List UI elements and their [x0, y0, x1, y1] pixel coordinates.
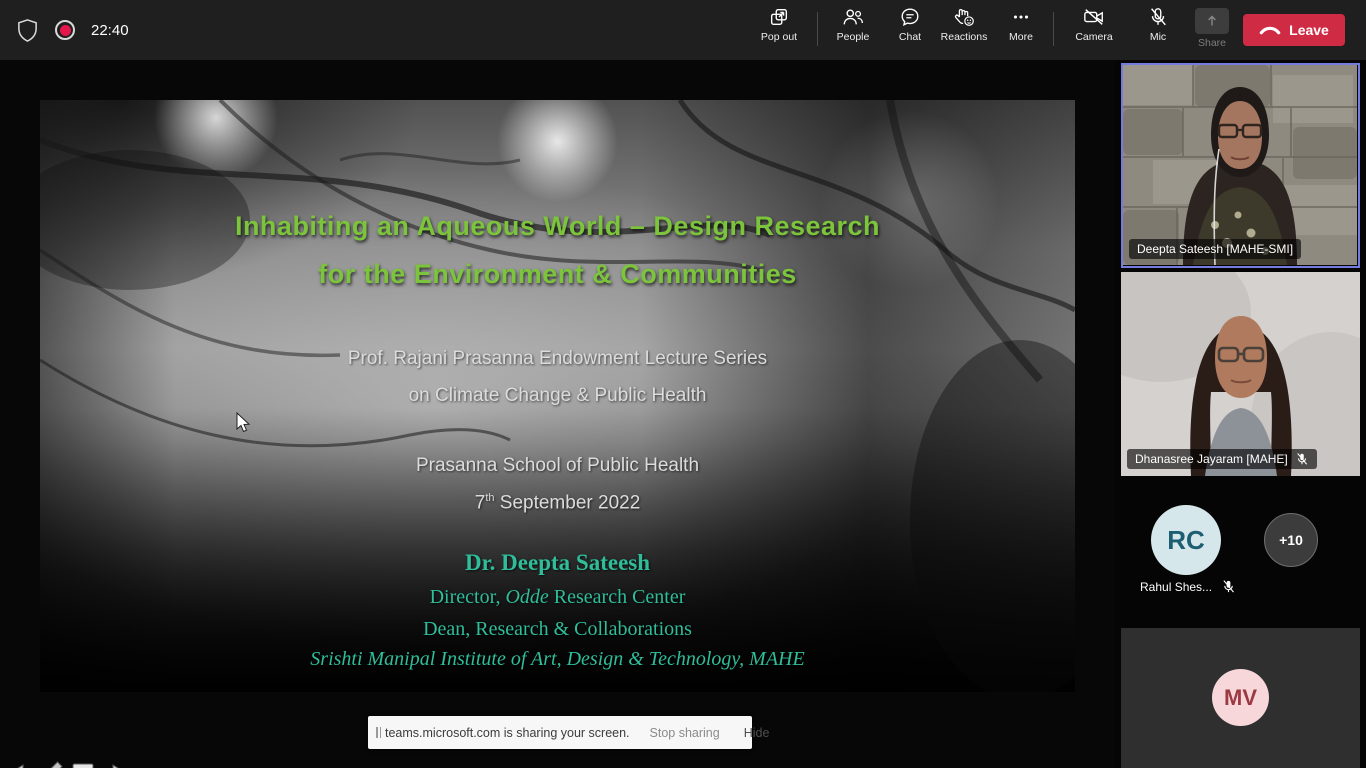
- next-slide-arrow-icon: [102, 760, 128, 768]
- screen-sharing-banner: teams.microsoft.com is sharing your scre…: [368, 716, 752, 749]
- shield-icon: [16, 18, 39, 43]
- toolbar-divider: [1053, 12, 1054, 46]
- mouse-cursor: [236, 412, 252, 434]
- slide-date: 7th September 2022: [40, 492, 1075, 514]
- teams-meeting-window: 22:40 Pop out People: [0, 0, 1366, 768]
- slide-affiliation: Srishti Manipal Institute of Art, Design…: [40, 648, 1075, 671]
- meeting-timer: 22:40: [91, 22, 129, 39]
- video-feed-dhanasree: [1121, 272, 1360, 476]
- people-icon: [841, 6, 865, 28]
- presentation-slide: Inhabiting an Aqueous World – Design Res…: [40, 100, 1075, 692]
- hide-banner-button[interactable]: Hide: [738, 725, 776, 741]
- slide-title-line1: Inhabiting an Aqueous World – Design Res…: [40, 211, 1075, 242]
- reactions-button[interactable]: Reactions: [932, 6, 996, 43]
- hang-up-icon: [1259, 24, 1281, 36]
- slide-notes-icon: [70, 760, 96, 768]
- slide-speaker-role2: Dean, Research & Collaborations: [40, 618, 1075, 641]
- participant-name-label: Rahul Shes...: [1140, 579, 1236, 594]
- sharing-message: teams.microsoft.com is sharing your scre…: [385, 726, 630, 740]
- slide-speaker-role1: Director, Odde Research Center: [40, 586, 1075, 609]
- toolbar-divider: [817, 12, 818, 46]
- share-button: Share: [1180, 8, 1244, 49]
- slideshow-nav-tools: [8, 760, 128, 768]
- more-icon: [1010, 6, 1032, 28]
- share-icon: [1195, 8, 1229, 34]
- slide-subtitle-line2: on Climate Change & Public Health: [40, 385, 1075, 407]
- participant-tile-mv[interactable]: MV: [1121, 628, 1360, 768]
- video-tile-deepta[interactable]: Deepta Sateesh [MAHE-SMI]: [1121, 63, 1360, 268]
- chat-icon: [899, 6, 921, 28]
- participant-avatar-rahul[interactable]: RC: [1151, 505, 1221, 575]
- participant-name-label: Deepta Sateesh [MAHE-SMI]: [1129, 239, 1301, 259]
- recording-indicator-icon: [55, 20, 75, 40]
- people-button[interactable]: People: [821, 6, 885, 43]
- video-tile-dhanasree[interactable]: Dhanasree Jayaram [MAHE]: [1121, 272, 1360, 476]
- camera-off-icon: [1082, 6, 1106, 28]
- slide-organization: Prasanna School of Public Health: [40, 455, 1075, 477]
- pen-tool-icon: [40, 760, 64, 768]
- pop-out-button[interactable]: Pop out: [747, 6, 811, 43]
- avatar-participants-zone: RC +10 Rahul Shes...: [1115, 476, 1366, 628]
- slide-subtitle-line1: Prof. Rajani Prasanna Endowment Lecture …: [40, 348, 1075, 370]
- meeting-top-bar: 22:40 Pop out People: [0, 0, 1366, 60]
- participant-avatar-mv: MV: [1212, 669, 1269, 726]
- stop-sharing-button[interactable]: Stop sharing: [644, 725, 726, 741]
- leave-button[interactable]: Leave: [1243, 14, 1345, 46]
- shared-screen-stage: Inhabiting an Aqueous World – Design Res…: [0, 60, 1115, 768]
- drag-handle-icon[interactable]: [376, 727, 381, 738]
- more-button[interactable]: More: [989, 6, 1053, 43]
- participant-name-label: Dhanasree Jayaram [MAHE]: [1127, 449, 1317, 469]
- mic-off-icon: [1295, 452, 1309, 466]
- pop-out-icon: [768, 6, 790, 28]
- status-group: 22:40: [16, 0, 129, 60]
- video-feed-deepta: [1123, 65, 1357, 265]
- previous-slide-arrow-icon: [8, 760, 34, 768]
- overflow-participants-badge[interactable]: +10: [1264, 513, 1318, 567]
- camera-toggle-button[interactable]: Camera: [1062, 6, 1126, 43]
- slide-speaker-name: Dr. Deepta Sateesh: [40, 550, 1075, 576]
- slide-title-line2: for the Environment & Communities: [40, 259, 1075, 290]
- participants-sidebar: Deepta Sateesh [MAHE-SMI] Dhanasree Jaya…: [1115, 60, 1366, 768]
- reactions-icon: [952, 6, 976, 28]
- mic-off-icon: [1221, 579, 1236, 594]
- mic-off-icon: [1147, 6, 1169, 28]
